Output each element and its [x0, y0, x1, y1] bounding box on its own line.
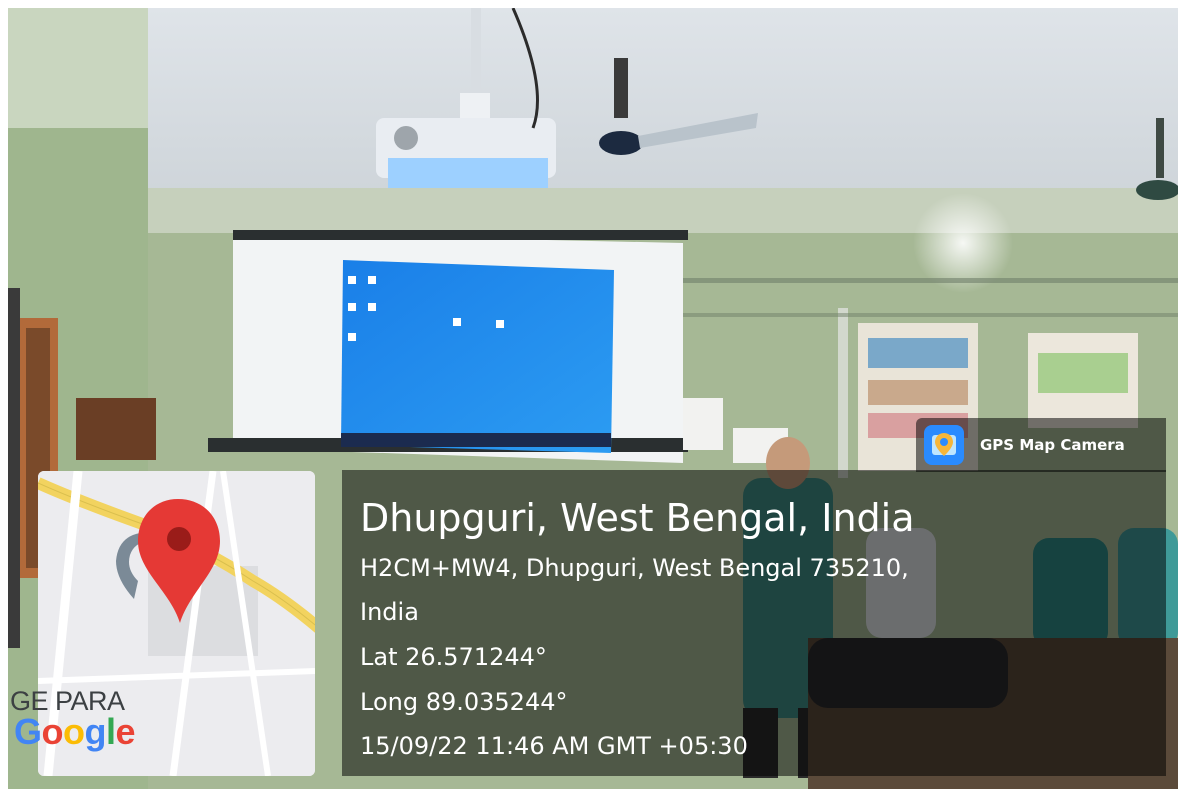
location-title: Dhupguri, West Bengal, India	[360, 496, 915, 540]
address-line-1: H2CM+MW4, Dhupguri, West Bengal 735210,	[360, 554, 909, 582]
gps-map-camera-icon	[924, 425, 964, 465]
google-logo: Google	[14, 711, 136, 752]
datetime-text: 15/09/22 11:46 AM GMT +05:30	[360, 732, 748, 760]
latitude-text: Lat 26.571244°	[360, 643, 547, 671]
photo-frame: GE PARA Google GPS Map Camera Dhupguri, …	[8, 8, 1178, 789]
app-badge-label: GPS Map Camera	[980, 436, 1125, 454]
longitude-text: Long 89.035244°	[360, 688, 568, 716]
address-line-2: India	[360, 598, 419, 626]
